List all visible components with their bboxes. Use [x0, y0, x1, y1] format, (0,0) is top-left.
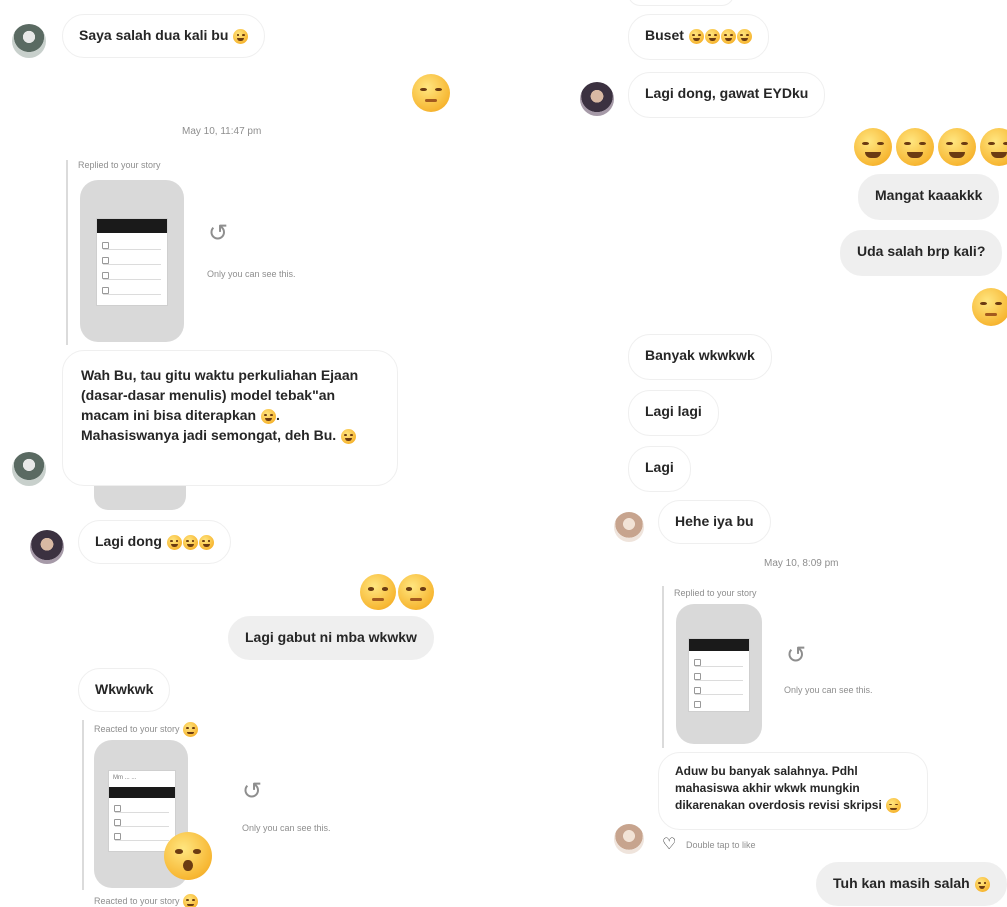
sent-message-bubble[interactable]: Tuh kan masih salah [816, 862, 1007, 906]
grin-emoji-icon [183, 722, 199, 737]
message-bubble[interactable]: Lagi [628, 446, 691, 492]
laughing-emoji-icon[interactable] [938, 128, 976, 166]
chat-panel-left: Saya salah dua kali bu May 10, 11:47 pm … [0, 0, 500, 907]
story-preview[interactable] [676, 604, 762, 744]
grin-emoji-icon [183, 894, 199, 907]
story-preview-partial [94, 484, 186, 510]
message-bubble[interactable]: Wkwkwk [78, 668, 171, 712]
grin-emoji-icon [720, 28, 736, 44]
laughing-emoji-icon[interactable] [980, 128, 1007, 166]
story-preview[interactable] [80, 180, 184, 342]
timestamp: May 10, 11:47 pm [182, 126, 262, 137]
only-you-can-see-note: Only you can see this. [242, 823, 331, 833]
reaction-rail [82, 720, 84, 890]
clock-rewind-icon: ↺ [786, 642, 807, 669]
shy-smile-emoji-icon[interactable] [972, 288, 1007, 326]
reacted-to-story-label: Reacted to your story [94, 894, 199, 907]
sent-message-bubble[interactable]: Lagi gabut ni mba wkwkw [228, 616, 434, 660]
story-thumbnail [96, 218, 168, 306]
grin-emoji-icon [688, 28, 704, 44]
clock-rewind-icon: ↺ [242, 778, 263, 805]
message-bubble[interactable]: Banyak wkwkwk [628, 334, 772, 380]
sender-avatar[interactable] [30, 530, 64, 564]
grin-emoji-icon [166, 534, 182, 550]
message-bubble-partial [628, 0, 734, 6]
message-bubble-long[interactable]: Wah Bu, tau gitu waktu perkuliahan Ejaan… [62, 350, 398, 486]
laughing-emoji-icon [341, 428, 357, 444]
sent-message-bubble[interactable]: Mangat kaaakkk [858, 174, 1000, 220]
heart-outline-icon[interactable]: ♡ [662, 834, 676, 854]
reply-rail [66, 160, 68, 345]
grin-emoji-icon [736, 28, 752, 44]
sent-message-bubble[interactable]: Uda salah brp kali? [840, 230, 1003, 276]
message-bubble[interactable]: Hehe iya bu [658, 500, 771, 544]
grin-emoji-icon [886, 798, 902, 814]
story-thumbnail [688, 638, 750, 712]
sender-avatar[interactable] [614, 512, 644, 542]
shy-smile-emoji-icon[interactable] [398, 574, 434, 610]
only-you-can-see-note: Only you can see this. [784, 685, 873, 695]
grin-emoji-icon [974, 876, 990, 892]
message-bubble-long[interactable]: Aduw bu banyak salahnya. Pdhl mahasiswa … [658, 752, 928, 830]
laughing-emoji-icon[interactable] [896, 128, 934, 166]
replied-to-story-label: Replied to your story [674, 588, 757, 598]
sender-avatar[interactable] [580, 82, 614, 116]
shy-smile-emoji-icon[interactable] [412, 74, 450, 112]
message-bubble[interactable]: Saya salah dua kali bu [62, 14, 266, 58]
timestamp: May 10, 8:09 pm [764, 558, 839, 569]
laughing-emoji-icon [260, 408, 276, 424]
story-thumbnail: Mm ... ... [108, 770, 176, 852]
grin-emoji-icon [182, 534, 198, 550]
grin-emoji-icon [704, 28, 720, 44]
reply-rail [662, 586, 664, 748]
message-bubble[interactable]: Lagi dong, gawat EYDku [628, 72, 826, 118]
laughing-emoji-icon [233, 28, 249, 44]
sender-avatar[interactable] [12, 24, 46, 58]
grin-emoji-icon [198, 534, 214, 550]
message-bubble[interactable]: Buset [628, 14, 769, 60]
reacted-to-story-label: Reacted to your story [94, 722, 199, 737]
shy-smile-emoji-icon[interactable] [360, 574, 396, 610]
sender-avatar[interactable] [614, 824, 644, 854]
sender-avatar[interactable] [12, 452, 46, 486]
message-bubble[interactable]: Lagi lagi [628, 390, 719, 436]
double-tap-hint: Double tap to like [686, 840, 756, 850]
message-bubble[interactable]: Lagi dong [78, 520, 231, 564]
clock-rewind-icon: ↺ [208, 220, 229, 247]
replied-to-story-label: Replied to your story [78, 160, 161, 170]
laughing-emoji-icon[interactable] [854, 128, 892, 166]
surprised-emoji-icon [164, 832, 212, 880]
only-you-can-see-note: Only you can see this. [207, 269, 296, 279]
chat-panel-right: Buset Lagi dong, gawat EYDku Mangat kaaa… [500, 0, 1007, 907]
